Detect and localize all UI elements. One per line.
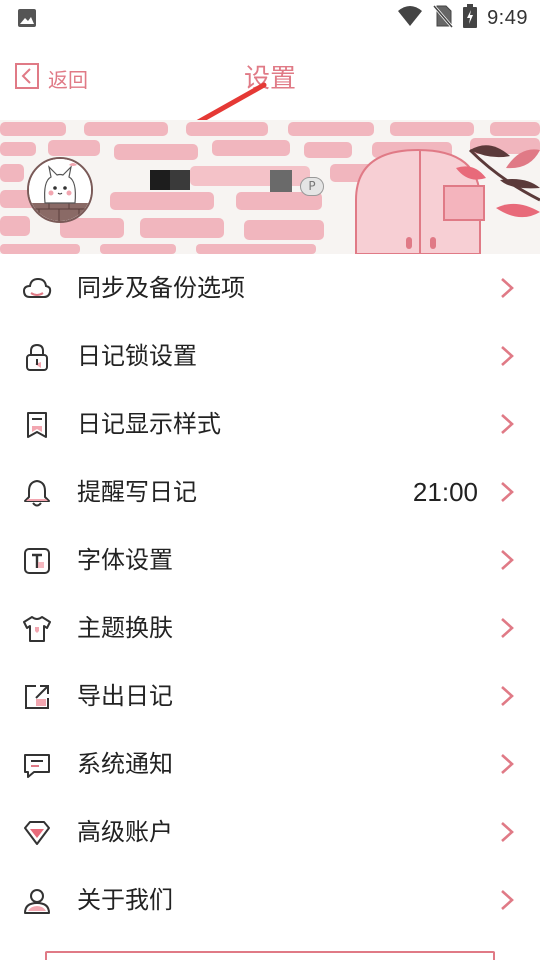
- photo-icon: [17, 8, 37, 32]
- battery-charging-icon: [463, 4, 478, 32]
- settings-item-label: 高级账户: [77, 818, 173, 846]
- chevron-right-icon: [501, 754, 514, 774]
- settings-item-font[interactable]: 字体设置: [0, 526, 540, 594]
- settings-item-label: 主题换肤: [77, 614, 173, 642]
- chevron-right-icon: [501, 890, 514, 910]
- settings-item-label: 日记显示样式: [77, 410, 221, 438]
- settings-item-theme[interactable]: 主题换肤: [0, 594, 540, 662]
- chevron-right-icon: [501, 482, 514, 502]
- chevron-right-icon: [501, 414, 514, 434]
- settings-item-premium[interactable]: 高级账户: [0, 798, 540, 866]
- avatar[interactable]: [27, 157, 93, 223]
- page-title: 设置: [243, 64, 296, 94]
- settings-item-label: 日记锁设置: [77, 342, 197, 370]
- settings-list: 同步及备份选项 日记锁设置 日记显示样式 提醒写日记 21:00 字体设置 主题…: [0, 254, 540, 934]
- user-icon: [24, 889, 50, 914]
- settings-item-reminder[interactable]: 提醒写日记 21:00: [0, 458, 540, 526]
- no-sim-icon: [432, 4, 454, 32]
- door-illustration: [355, 148, 485, 254]
- cloud-icon: [22, 277, 52, 298]
- chevron-right-icon: [501, 278, 514, 298]
- settings-item-export[interactable]: 导出日记: [0, 662, 540, 730]
- settings-item-label: 关于我们: [77, 886, 173, 914]
- diamond-icon: [24, 821, 50, 845]
- tshirt-icon: [23, 616, 51, 642]
- bookmark-icon: [27, 412, 47, 438]
- chevron-right-icon: [501, 346, 514, 366]
- settings-item-about[interactable]: 关于我们: [0, 866, 540, 934]
- settings-item-label: 导出日记: [77, 682, 173, 710]
- status-time: 9:49: [487, 6, 528, 29]
- settings-item-label: 字体设置: [77, 546, 173, 574]
- chevron-right-icon: [501, 822, 514, 842]
- settings-item-label: 提醒写日记: [77, 478, 197, 506]
- settings-item-notifications[interactable]: 系统通知: [0, 730, 540, 798]
- message-icon: [24, 754, 50, 778]
- settings-item-label: 同步及备份选项: [77, 274, 245, 302]
- bell-icon: [24, 480, 50, 507]
- reminder-time-value: 21:00: [412, 477, 478, 507]
- status-bar: 9:49: [0, 0, 540, 36]
- settings-item-sync-backup[interactable]: 同步及备份选项: [0, 254, 540, 322]
- chevron-right-icon: [501, 618, 514, 638]
- chevron-right-icon: [501, 550, 514, 570]
- header-bar: 返回 设置: [0, 36, 540, 155]
- chevron-right-icon: [501, 686, 514, 706]
- wifi-icon: [397, 5, 423, 31]
- cat-avatar-icon: [29, 159, 91, 221]
- export-icon: [25, 685, 49, 709]
- bottom-action-button[interactable]: [45, 951, 495, 960]
- lock-icon: [26, 343, 48, 371]
- settings-item-diary-lock[interactable]: 日记锁设置: [0, 322, 540, 390]
- settings-item-display-style[interactable]: 日记显示样式: [0, 390, 540, 458]
- settings-item-label: 系统通知: [77, 750, 173, 778]
- font-icon: [24, 548, 50, 574]
- vip-badge: P: [300, 177, 324, 196]
- username-redacted-part: [170, 170, 190, 190]
- id-redacted: [270, 170, 292, 192]
